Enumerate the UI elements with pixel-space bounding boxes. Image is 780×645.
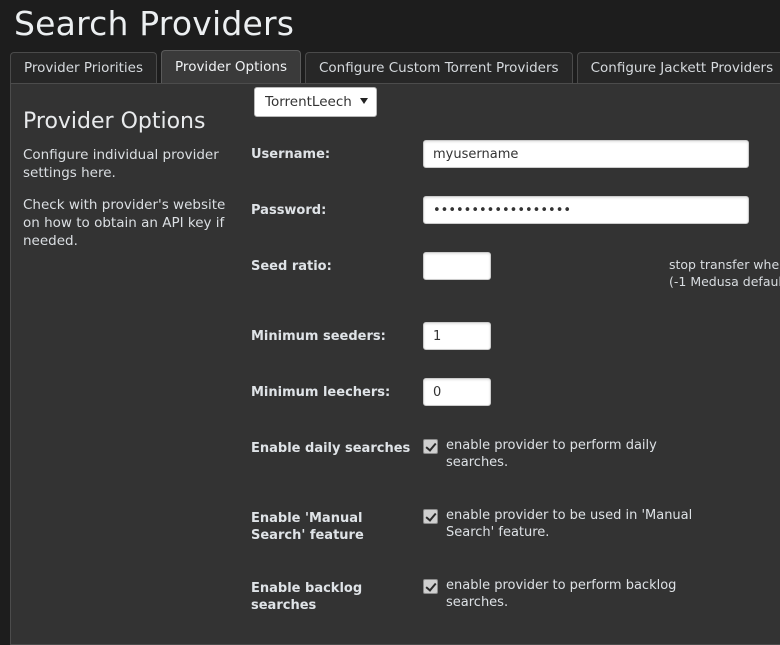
manual-search-control: enable provider to be used in 'Manual Se… xyxy=(423,504,780,541)
page-title: Search Providers xyxy=(0,0,780,46)
tab-configure-jackett-providers[interactable]: Configure Jackett Providers xyxy=(577,52,780,83)
daily-searches-label: Enable daily searches xyxy=(251,434,423,457)
minimum-seeders-control xyxy=(423,322,780,350)
description-column: Provider Options Configure individual pr… xyxy=(11,96,251,264)
field-row-daily-searches: Enable daily searches enable provider to… xyxy=(251,434,780,504)
seed-ratio-help-line-1: stop transfer when ra xyxy=(669,256,780,273)
minimum-seeders-label: Minimum seeders: xyxy=(251,322,423,345)
seed-ratio-help: stop transfer when ra (-1 Medusa default… xyxy=(669,252,780,290)
backlog-searches-checkbox[interactable] xyxy=(423,579,438,594)
daily-searches-description: enable provider to perform daily searche… xyxy=(446,437,696,471)
minimum-seeders-input[interactable] xyxy=(423,322,491,350)
username-input[interactable] xyxy=(423,140,749,168)
field-row-manual-search: Enable 'Manual Search' feature enable pr… xyxy=(251,504,780,574)
provider-select-wrapper: TorrentLeech xyxy=(254,87,377,117)
seed-ratio-help-line-2: (-1 Medusa default to xyxy=(669,273,780,290)
password-control xyxy=(423,196,780,224)
provider-select[interactable]: TorrentLeech xyxy=(254,87,377,117)
manual-search-checkbox[interactable] xyxy=(423,509,438,524)
minimum-leechers-label: Minimum leechers: xyxy=(251,378,423,401)
backlog-searches-control: enable provider to perform backlog searc… xyxy=(423,574,780,611)
section-description-2: Check with provider's website on how to … xyxy=(23,196,241,250)
seed-ratio-label: Seed ratio: xyxy=(251,252,423,275)
seed-ratio-control: stop transfer when ra (-1 Medusa default… xyxy=(423,252,780,290)
field-row-minimum-seeders: Minimum seeders: xyxy=(251,322,780,378)
field-row-backlog-searches: Enable backlog searches enable provider … xyxy=(251,574,780,644)
tab-bar: Provider Priorities Provider Options Con… xyxy=(0,49,780,83)
password-input[interactable] xyxy=(423,196,749,224)
fields-column: TorrentLeech Username: Password: Seed ra… xyxy=(251,96,780,644)
field-row-seed-ratio: Seed ratio: stop transfer when ra (-1 Me… xyxy=(251,252,780,322)
seed-ratio-input[interactable] xyxy=(423,252,491,280)
backlog-searches-checkbox-wrap[interactable]: enable provider to perform backlog searc… xyxy=(423,574,696,611)
password-label: Password: xyxy=(251,196,423,219)
section-title: Provider Options xyxy=(23,108,241,136)
tab-label: Provider Priorities xyxy=(24,60,143,76)
field-row-username: Username: xyxy=(251,140,780,196)
daily-searches-checkbox[interactable] xyxy=(423,439,438,454)
minimum-leechers-control xyxy=(423,378,780,406)
manual-search-label: Enable 'Manual Search' feature xyxy=(251,504,423,544)
manual-search-checkbox-wrap[interactable]: enable provider to be used in 'Manual Se… xyxy=(423,504,696,541)
daily-searches-checkbox-wrap[interactable]: enable provider to perform daily searche… xyxy=(423,434,696,471)
username-control xyxy=(423,140,780,168)
tab-label: Configure Custom Torrent Providers xyxy=(319,60,559,76)
daily-searches-control: enable provider to perform daily searche… xyxy=(423,434,780,471)
field-row-password: Password: xyxy=(251,196,780,252)
minimum-leechers-input[interactable] xyxy=(423,378,491,406)
username-label: Username: xyxy=(251,140,423,163)
tab-label: Configure Jackett Providers xyxy=(591,60,774,76)
backlog-searches-label: Enable backlog searches xyxy=(251,574,423,614)
backlog-searches-description: enable provider to perform backlog searc… xyxy=(446,577,696,611)
manual-search-description: enable provider to be used in 'Manual Se… xyxy=(446,507,696,541)
provider-settings-form: Username: Password: Seed ratio: stop tra… xyxy=(251,96,780,644)
tab-provider-priorities[interactable]: Provider Priorities xyxy=(10,52,157,83)
provider-options-panel: Provider Options Configure individual pr… xyxy=(10,83,780,645)
section-description-1: Configure individual provider settings h… xyxy=(23,146,241,182)
field-row-minimum-leechers: Minimum leechers: xyxy=(251,378,780,434)
tab-label: Provider Options xyxy=(175,59,287,75)
tab-configure-custom-torrent-providers[interactable]: Configure Custom Torrent Providers xyxy=(305,52,573,83)
tab-provider-options[interactable]: Provider Options xyxy=(161,50,301,83)
